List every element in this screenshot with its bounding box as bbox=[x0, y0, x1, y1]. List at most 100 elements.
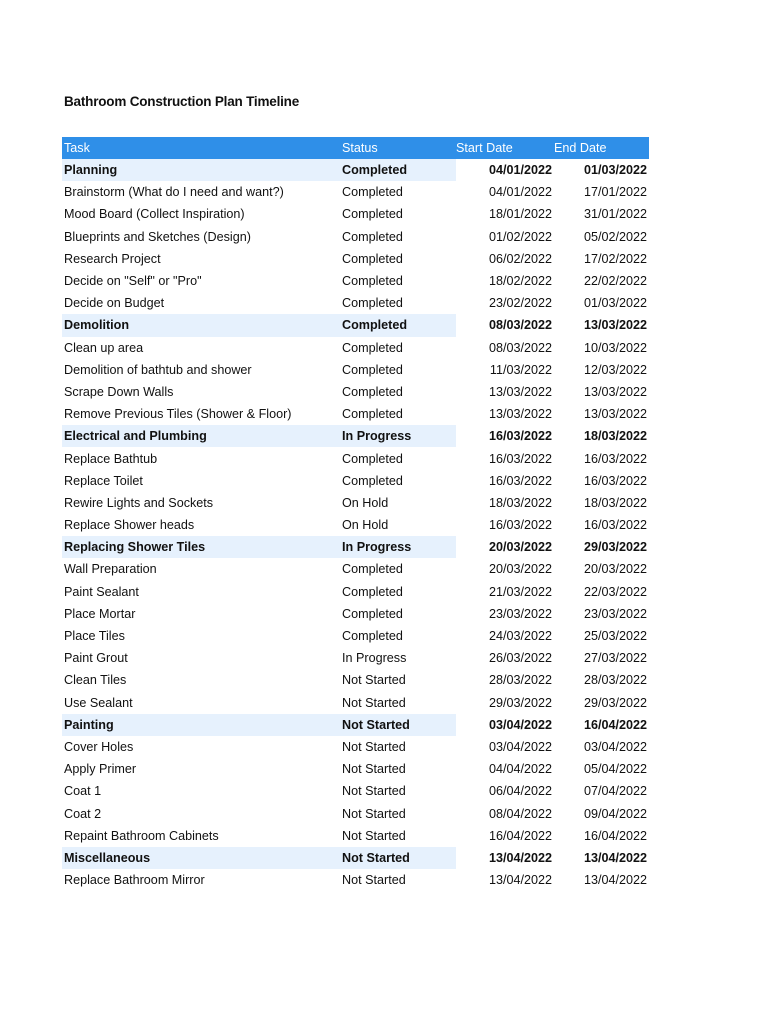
end-date-cell: 05/02/2022 bbox=[583, 229, 647, 244]
status-cell: Completed bbox=[342, 384, 403, 399]
task-cell: Replace Bathtub bbox=[64, 451, 158, 466]
end-date-cell: 28/03/2022 bbox=[583, 673, 647, 688]
end-date-cell: 01/03/2022 bbox=[583, 163, 647, 178]
task-cell: Replace Toilet bbox=[64, 473, 143, 488]
end-date-cell: 03/04/2022 bbox=[583, 739, 647, 754]
status-cell: In Progress bbox=[342, 651, 407, 666]
table-row: Scrape Down Walls Completed 13/03/2022 13/0… bbox=[62, 381, 649, 403]
task-cell: Replace Bathroom Mirror bbox=[64, 873, 205, 888]
start-date-cell: 16/03/2022 bbox=[488, 451, 552, 466]
table-row: Paint Sealant Completed 21/03/2022 22/03/20… bbox=[62, 581, 649, 603]
end-date-cell: 16/03/2022 bbox=[583, 451, 647, 466]
status-cell: Completed bbox=[342, 296, 403, 311]
start-date-cell: 16/03/2022 bbox=[488, 518, 552, 533]
task-cell: Wall Preparation bbox=[64, 562, 157, 577]
task-cell: Blueprints and Sketches (Design) bbox=[64, 229, 251, 244]
table-row: Research Project Completed 06/02/2022 17/02… bbox=[62, 248, 649, 270]
status-cell: In Progress bbox=[342, 536, 456, 559]
start-date-cell: 16/04/2022 bbox=[488, 828, 552, 843]
end-date-cell: 10/03/2022 bbox=[583, 340, 647, 355]
end-date-cell: 07/04/2022 bbox=[583, 784, 647, 799]
end-date-cell: 29/03/2022 bbox=[583, 540, 647, 555]
header-start-date: Start Date bbox=[456, 141, 513, 155]
table-row: Place Tiles Completed 24/03/2022 25/03/2022 bbox=[62, 625, 649, 647]
task-cell: Remove Previous Tiles (Shower & Floor) bbox=[64, 407, 292, 422]
table-row: Replace Shower heads On Hold 16/03/2022 16/… bbox=[62, 514, 649, 536]
task-cell: Place Tiles bbox=[64, 629, 125, 644]
table-row: Replace Bathroom Mirror Not Started 13/04/… bbox=[62, 869, 649, 891]
end-date-cell: 12/03/2022 bbox=[583, 362, 647, 377]
status-cell: Completed bbox=[342, 451, 403, 466]
task-cell: Demolition of bathtub and shower bbox=[64, 362, 252, 377]
construction-plan-table: Task Status Start Date End Date Planning… bbox=[62, 137, 649, 891]
table-row: Remove Previous Tiles (Shower & Floor) Co… bbox=[62, 403, 649, 425]
table-section-row: Planning Completed 04/01/2022 01/03/2022 bbox=[62, 159, 649, 182]
status-cell: On Hold bbox=[342, 495, 389, 510]
task-cell: Electrical and Plumbing bbox=[62, 425, 342, 448]
status-cell: Completed bbox=[342, 159, 456, 182]
status-cell: Not Started bbox=[342, 762, 406, 777]
status-cell: Not Started bbox=[342, 695, 406, 710]
table-row: Mood Board (Collect Inspiration) Complete… bbox=[62, 203, 649, 225]
end-date-cell: 22/03/2022 bbox=[583, 584, 647, 599]
start-date-cell: 18/02/2022 bbox=[488, 274, 552, 289]
status-cell: Not Started bbox=[342, 846, 456, 869]
table-row: Coat 1 Not Started 06/04/2022 07/04/2022 bbox=[62, 780, 649, 802]
table-row: Blueprints and Sketches (Design) Complete… bbox=[62, 226, 649, 248]
table-row: Decide on "Self" or "Pro" Completed 18/02/… bbox=[62, 270, 649, 292]
start-date-cell: 04/01/2022 bbox=[488, 163, 552, 178]
end-date-cell: 29/03/2022 bbox=[583, 695, 647, 710]
table-row: Replace Toilet Completed 16/03/2022 16/03/2… bbox=[62, 470, 649, 492]
end-date-cell: 17/02/2022 bbox=[583, 251, 647, 266]
table-row: Coat 2 Not Started 08/04/2022 09/04/2022 bbox=[62, 802, 649, 824]
end-date-cell: 27/03/2022 bbox=[583, 651, 647, 666]
end-date-cell: 18/03/2022 bbox=[583, 429, 647, 444]
end-date-cell: 05/04/2022 bbox=[583, 762, 647, 777]
status-cell: Not Started bbox=[342, 828, 406, 843]
page-title: Bathroom Construction Plan Timeline bbox=[64, 94, 300, 109]
table-row: Clean Tiles Not Started 28/03/2022 28/03/20… bbox=[62, 669, 649, 691]
task-cell: Clean up area bbox=[64, 340, 144, 355]
end-date-cell: 16/04/2022 bbox=[583, 717, 647, 732]
start-date-cell: 23/02/2022 bbox=[488, 296, 552, 311]
task-cell: Brainstorm (What do I need and want?) bbox=[64, 185, 284, 200]
task-cell: Research Project bbox=[64, 251, 161, 266]
table-row: Rewire Lights and Sockets On Hold 18/03/20… bbox=[62, 492, 649, 514]
end-date-cell: 16/03/2022 bbox=[583, 518, 647, 533]
status-cell: Completed bbox=[342, 584, 403, 599]
start-date-cell: 18/01/2022 bbox=[488, 207, 552, 222]
start-date-cell: 16/03/2022 bbox=[488, 473, 552, 488]
start-date-cell: 28/03/2022 bbox=[488, 673, 552, 688]
start-date-cell: 01/02/2022 bbox=[488, 229, 552, 244]
table-row: Brainstorm (What do I need and want?) Com… bbox=[62, 181, 649, 203]
table-section-row: Miscellaneous Not Started 13/04/2022 13/04/… bbox=[62, 846, 649, 869]
table-row: Use Sealant Not Started 29/03/2022 29/03/20… bbox=[62, 692, 649, 714]
task-cell: Replacing Shower Tiles bbox=[62, 536, 342, 559]
start-date-cell: 23/03/2022 bbox=[488, 606, 552, 621]
table-row: Demolition of bathtub and shower Complete… bbox=[62, 359, 649, 381]
task-cell: Use Sealant bbox=[64, 695, 133, 710]
start-date-cell: 13/04/2022 bbox=[488, 850, 552, 865]
task-cell: Miscellaneous bbox=[62, 846, 342, 869]
table-section-row: Replacing Shower Tiles In Progress 20/03/2… bbox=[62, 536, 649, 559]
task-cell: Painting bbox=[62, 713, 342, 736]
task-cell: Cover Holes bbox=[64, 739, 134, 754]
end-date-cell: 13/03/2022 bbox=[583, 318, 647, 333]
start-date-cell: 06/04/2022 bbox=[488, 784, 552, 799]
start-date-cell: 21/03/2022 bbox=[488, 584, 552, 599]
table-section-row: Painting Not Started 03/04/2022 16/04/2022 bbox=[62, 713, 649, 736]
end-date-cell: 16/04/2022 bbox=[583, 828, 647, 843]
start-date-cell: 04/04/2022 bbox=[488, 762, 552, 777]
task-cell: Repaint Bathroom Cabinets bbox=[64, 828, 219, 843]
table-row: Decide on Budget Completed 23/02/2022 01/03… bbox=[62, 292, 649, 314]
start-date-cell: 03/04/2022 bbox=[488, 739, 552, 754]
table-row: Replace Bathtub Completed 16/03/2022 16/03/… bbox=[62, 447, 649, 469]
start-date-cell: 08/03/2022 bbox=[488, 318, 552, 333]
task-cell: Decide on Budget bbox=[64, 296, 165, 311]
end-date-cell: 13/04/2022 bbox=[583, 873, 647, 888]
task-cell: Coat 1 bbox=[64, 784, 102, 799]
start-date-cell: 08/04/2022 bbox=[488, 806, 552, 821]
table-row: Repaint Bathroom Cabinets Not Started 16/0… bbox=[62, 825, 649, 847]
table-row: Paint Grout In Progress 26/03/2022 27/03/20… bbox=[62, 647, 649, 669]
table-section-row: Demolition Completed 08/03/2022 13/03/2022 bbox=[62, 314, 649, 337]
